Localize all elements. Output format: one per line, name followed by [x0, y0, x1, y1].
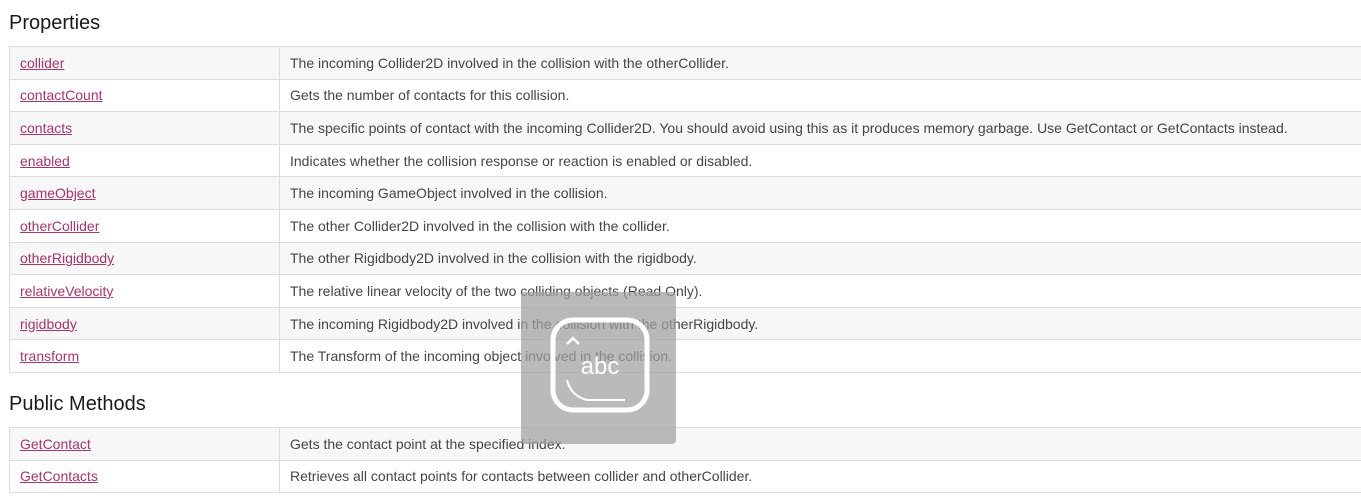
property-link-otherrigidbody[interactable]: otherRigidbody: [20, 250, 114, 266]
property-row: contactCount Gets the number of contacts …: [9, 78, 1361, 113]
property-row: contacts The specific points of contact w…: [9, 111, 1361, 145]
method-link-getcontact[interactable]: GetContact: [20, 436, 91, 452]
property-link-gameobject[interactable]: gameObject: [20, 185, 95, 201]
property-name-cell: contacts: [9, 111, 280, 145]
method-description: Retrieves all contact points for contact…: [279, 459, 1361, 494]
property-description: The other Rigidbody2D involved in the co…: [279, 241, 1361, 276]
property-link-contactcount[interactable]: contactCount: [20, 87, 103, 103]
property-link-transform[interactable]: transform: [20, 348, 79, 364]
property-description: Gets the number of contacts for this col…: [279, 78, 1361, 113]
property-name-cell: transform: [9, 339, 280, 373]
property-description: The incoming Rigidbody2D involved in the…: [279, 306, 1361, 341]
method-name-cell: GetContact: [9, 427, 280, 461]
property-row: otherCollider The other Collider2D involv…: [9, 208, 1361, 243]
property-description: The incoming GameObject involved in the …: [279, 176, 1361, 210]
property-link-contacts[interactable]: contacts: [20, 120, 72, 136]
property-name-cell: rigidbody: [9, 306, 280, 341]
property-link-othercollider[interactable]: otherCollider: [20, 218, 99, 234]
property-description: The Transform of the incoming object inv…: [279, 339, 1361, 373]
method-name-cell: GetContacts: [9, 459, 280, 494]
property-description: Indicates whether the collision response…: [279, 143, 1361, 178]
property-link-relativevelocity[interactable]: relativeVelocity: [20, 283, 113, 299]
property-row: enabled Indicates whether the collision r…: [9, 143, 1361, 178]
property-description: The incoming Collider2D involved in the …: [279, 46, 1361, 80]
method-row: GetContact Gets the contact point at the …: [9, 427, 1361, 461]
method-description: Gets the contact point at the specified …: [279, 427, 1361, 461]
property-name-cell: otherCollider: [9, 208, 280, 243]
property-row: rigidbody The incoming Rigidbody2D involv…: [9, 306, 1361, 341]
property-name-cell: enabled: [9, 143, 280, 178]
property-row: collider The incoming Collider2D involved…: [9, 46, 1361, 80]
keyboard-input-icon: abc: [550, 317, 650, 413]
page: Properties collider The incoming Collider…: [0, 0, 1361, 498]
property-name-cell: collider: [9, 46, 280, 80]
overlay-text: abc: [581, 353, 620, 380]
public-methods-heading: Public Methods: [9, 393, 146, 415]
properties-table: collider The incoming Collider2D involved…: [9, 46, 1361, 373]
property-row: transform The Transform of the incoming o…: [9, 339, 1361, 373]
property-description: The other Collider2D involved in the col…: [279, 208, 1361, 243]
property-name-cell: gameObject: [9, 176, 280, 210]
property-link-collider[interactable]: collider: [20, 55, 64, 71]
property-link-rigidbody[interactable]: rigidbody: [20, 316, 77, 332]
properties-heading: Properties: [9, 12, 101, 34]
property-name-cell: relativeVelocity: [9, 274, 280, 308]
property-link-enabled[interactable]: enabled: [20, 153, 70, 169]
property-description: The relative linear velocity of the two …: [279, 274, 1361, 308]
method-row: GetContacts Retrieves all contact points …: [9, 459, 1361, 494]
property-row: gameObject The incoming GameObject involv…: [9, 176, 1361, 210]
property-row: otherRigidbody The other Rigidbody2D invo…: [9, 241, 1361, 276]
public-methods-table: GetContact Gets the contact point at the …: [9, 427, 1361, 494]
keyboard-input-overlay[interactable]: abc: [521, 292, 676, 444]
property-name-cell: otherRigidbody: [9, 241, 280, 276]
property-name-cell: contactCount: [9, 78, 280, 113]
property-row: relativeVelocity The relative linear velo…: [9, 274, 1361, 308]
method-link-getcontacts[interactable]: GetContacts: [20, 468, 98, 484]
property-description: The specific points of contact with the …: [279, 111, 1361, 145]
